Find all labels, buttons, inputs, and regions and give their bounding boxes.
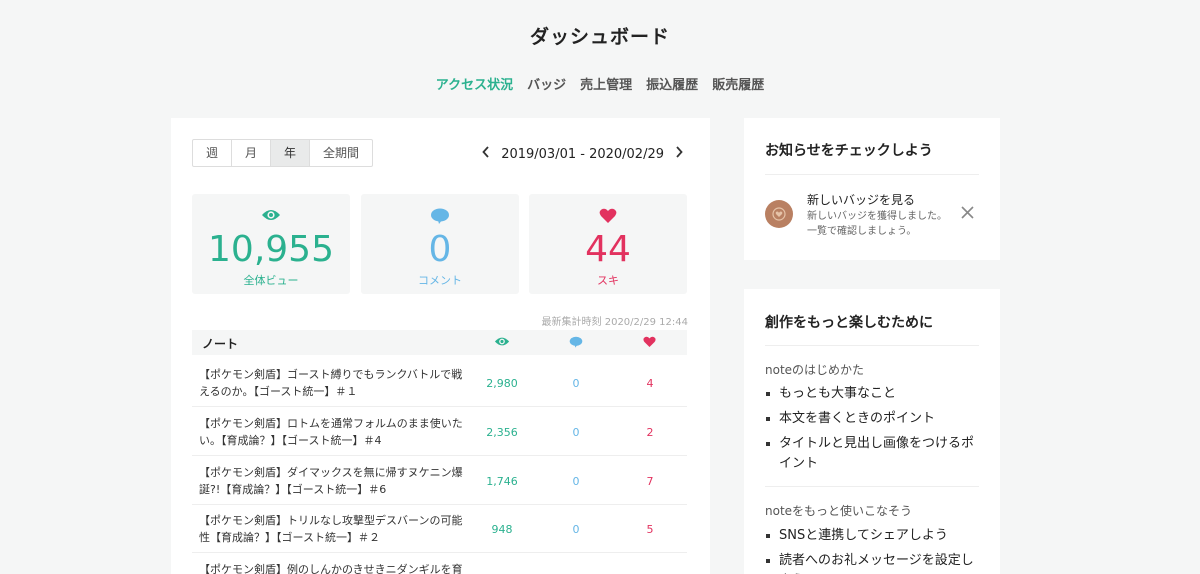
next-period-icon[interactable]: [672, 146, 686, 162]
views-column-eye-icon: [494, 336, 510, 350]
period-week[interactable]: 週: [193, 140, 233, 166]
note-views: 1,746: [486, 475, 518, 488]
guide-list: SNSと連携してシェアしよう 読者へのお礼メッセージを設定しよう: [765, 526, 985, 574]
table-row[interactable]: 【ポケモン剣盾】ロトムを通常フォルムのまま使いたい。【育成論？】【ゴースト統一】…: [192, 408, 687, 456]
note-title[interactable]: 【ポケモン剣盾】トリルなし攻撃型デスバーンの可能性【育成論？】【ゴースト統一】＃…: [199, 512, 464, 546]
guide-link[interactable]: 読者へのお礼メッセージを設定しよう: [765, 551, 985, 574]
period-year[interactable]: 年: [271, 140, 311, 166]
divider: [765, 174, 979, 175]
guide-list: もっとも大事なこと 本文を書くときのポイント タイトルと見出し画像をつけるポイン…: [765, 384, 985, 479]
prev-period-icon[interactable]: [479, 146, 493, 162]
notice-item[interactable]: 新しいバッジを見る 新しいバッジを獲得しました。一覧で確認しましょう。: [765, 188, 980, 244]
notice-card: お知らせをチェックしよう 新しいバッジを見る 新しいバッジを獲得しました。一覧で…: [744, 118, 1000, 260]
eye-icon: [192, 208, 350, 222]
tab-purchase-history[interactable]: 販売履歴: [712, 74, 764, 93]
divider: [765, 345, 979, 346]
comments-total: 0: [428, 229, 452, 270]
note-views: 2,980: [486, 377, 518, 390]
access-card: 週 月 年 全期間 2019/03/01 - 2020/02/29 10,955…: [171, 118, 710, 574]
divider: [765, 486, 979, 487]
likes-label: スキ: [597, 274, 619, 287]
comments-column-comment-icon: [569, 336, 583, 351]
tab-transfers[interactable]: 振込履歴: [646, 74, 698, 93]
table-row[interactable]: 【ポケモン剣盾】ダイマックスを無に帰すヌケニン爆誕?!【育成論？】【ゴースト統一…: [192, 457, 687, 505]
close-icon[interactable]: [961, 204, 974, 223]
notice-item-description: 新しいバッジを獲得しました。一覧で確認しましょう。: [807, 211, 947, 237]
guide-section-label: noteのはじめかた: [765, 363, 865, 377]
table-row[interactable]: 【ポケモン剣盾】トリルなし攻撃型デスバーンの可能性【育成論？】【ゴースト統一】＃…: [192, 505, 687, 553]
note-title[interactable]: 【ポケモン剣盾】例のしんかのきせきニダンギルを育: [199, 561, 464, 574]
note-title[interactable]: 【ポケモン剣盾】ゴースト縛りでもランクバトルで戦えるのか。【ゴースト統一】＃１: [199, 366, 464, 400]
note-comments: 0: [572, 426, 580, 439]
guide-card-title: 創作をもっと楽しむために: [765, 315, 933, 331]
note-comments: 0: [572, 523, 580, 536]
page-title: ダッシュボード: [529, 26, 670, 48]
badge-icon: [765, 200, 793, 228]
comment-icon: [361, 208, 519, 224]
guide-link[interactable]: SNSと連携してシェアしよう: [765, 526, 985, 546]
likes-column-heart-icon: [643, 336, 656, 351]
comments-stat: 0 コメント: [361, 194, 519, 294]
likes-total: 44: [585, 229, 631, 270]
note-title[interactable]: 【ポケモン剣盾】ダイマックスを無に帰すヌケニン爆誕?!【育成論？】【ゴースト統一…: [199, 464, 464, 498]
note-likes: 7: [646, 475, 654, 488]
comments-label: コメント: [418, 274, 462, 287]
note-column-header: ノート: [202, 337, 239, 351]
note-views: 948: [491, 523, 513, 536]
note-comments: 0: [572, 377, 580, 390]
notice-item-title[interactable]: 新しいバッジを見る: [807, 191, 915, 208]
date-range-label: 2019/03/01 - 2020/02/29: [501, 146, 664, 162]
views-total: 10,955: [208, 229, 334, 270]
guide-link[interactable]: タイトルと見出し画像をつけるポイント: [765, 434, 985, 474]
likes-stat: 44 スキ: [529, 194, 687, 294]
notice-card-title: お知らせをチェックしよう: [765, 143, 933, 159]
note-title[interactable]: 【ポケモン剣盾】ロトムを通常フォルムのまま使いたい。【育成論？】【ゴースト統一】…: [199, 415, 464, 449]
period-selector: 週 月 年 全期間: [192, 139, 374, 167]
tab-access[interactable]: アクセス状況: [436, 74, 513, 93]
date-range: 2019/03/01 - 2020/02/29: [479, 146, 686, 162]
tab-sales[interactable]: 売上管理: [580, 74, 632, 93]
views-label: 全体ビュー: [243, 274, 299, 287]
updated-timestamp: 最新集計時刻 2020/2/29 12:44: [541, 317, 688, 328]
table-row[interactable]: 【ポケモン剣盾】ゴースト縛りでもランクバトルで戦えるのか。【ゴースト統一】＃１ …: [192, 359, 687, 407]
note-comments: 0: [572, 475, 580, 488]
dashboard-nav: アクセス状況 バッジ 売上管理 振込履歴 販売履歴: [0, 74, 1200, 93]
table-row[interactable]: 【ポケモン剣盾】例のしんかのきせきニダンギルを育 863 0 2: [192, 554, 687, 574]
guide-section-label: noteをもっと使いこなそう: [765, 504, 913, 518]
heart-icon: [529, 208, 687, 224]
period-month[interactable]: 月: [232, 140, 272, 166]
note-views: 2,356: [486, 426, 518, 439]
guide-link[interactable]: 本文を書くときのポイント: [765, 409, 985, 429]
note-likes: 2: [646, 426, 654, 439]
guide-card: 創作をもっと楽しむために noteのはじめかた もっとも大事なこと 本文を書くと…: [744, 289, 1000, 574]
period-all[interactable]: 全期間: [310, 140, 372, 166]
note-likes: 5: [646, 523, 654, 536]
tab-badges[interactable]: バッジ: [527, 74, 566, 93]
views-stat: 10,955 全体ビュー: [192, 194, 350, 294]
guide-link[interactable]: もっとも大事なこと: [765, 384, 985, 404]
table-header: ノート: [192, 330, 687, 355]
note-likes: 4: [646, 377, 654, 390]
